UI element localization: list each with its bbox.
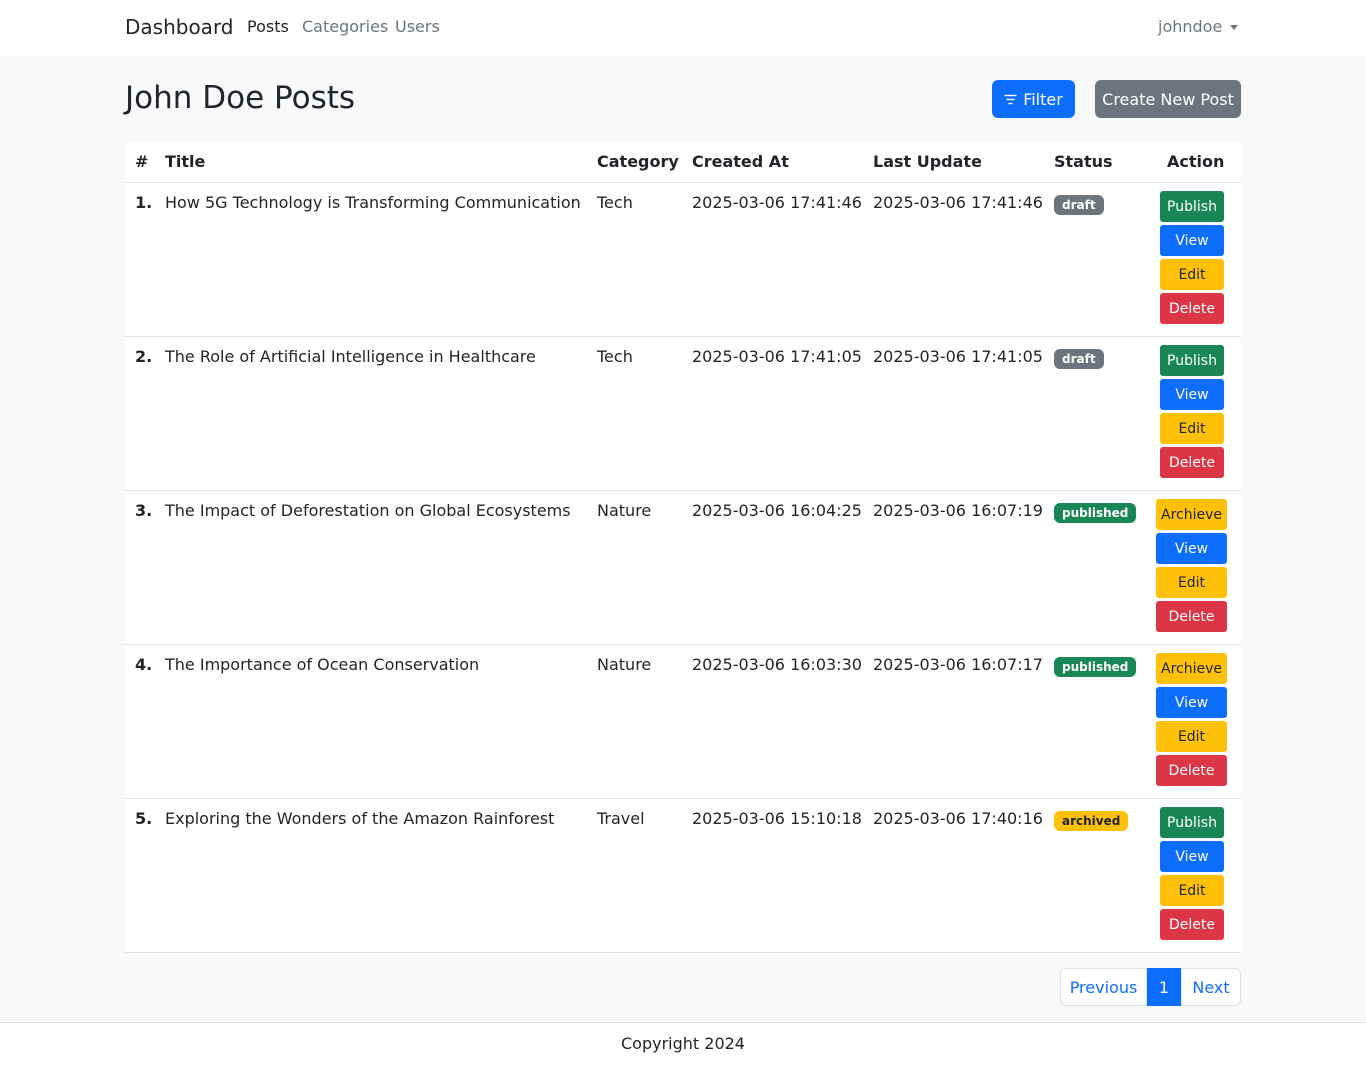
header-status: Status (1054, 152, 1113, 171)
header-last-update: Last Update (873, 152, 982, 171)
edit-button[interactable]: Edit (1160, 875, 1224, 906)
row-title: The Impact of Deforestation on Global Ec… (165, 501, 571, 520)
edit-button[interactable]: Edit (1156, 567, 1227, 598)
row-last-update: 2025-03-06 16:07:19 (873, 501, 1043, 520)
status-badge: published (1054, 503, 1137, 523)
row-category: Tech (597, 193, 633, 212)
filter-icon (1004, 94, 1017, 105)
header-title: Title (165, 152, 206, 171)
row-title: The Importance of Ocean Conservation (165, 655, 480, 674)
table-header: # Title Category Created At Last Update … (125, 142, 1241, 183)
row-category: Travel (597, 809, 645, 828)
row-category: Tech (597, 347, 633, 366)
page-title: John Doe Posts (125, 80, 356, 116)
row-category: Nature (597, 655, 652, 674)
row-created-at: 2025-03-06 15:10:18 (692, 809, 862, 828)
row-number: 5. (135, 809, 153, 828)
delete-button[interactable]: Delete (1160, 293, 1224, 324)
row-title: Exploring the Wonders of the Amazon Rain… (165, 809, 555, 828)
header-action: Action (1167, 152, 1225, 171)
edit-button[interactable]: Edit (1156, 721, 1227, 752)
edit-button[interactable]: Edit (1160, 413, 1224, 444)
delete-button[interactable]: Delete (1160, 909, 1224, 940)
caret-down-icon (1230, 25, 1239, 30)
page-footer: Copyright 2024 (0, 1022, 1366, 1072)
publish-button[interactable]: Publish (1160, 345, 1224, 376)
copyright-text: Copyright 2024 (621, 1034, 745, 1053)
row-last-update: 2025-03-06 16:07:17 (873, 655, 1043, 674)
header-created-at: Created At (692, 152, 789, 171)
pagination-previous[interactable]: Previous (1060, 968, 1147, 1006)
view-button[interactable]: View (1156, 533, 1227, 564)
header-number: # (135, 152, 149, 171)
view-button[interactable]: View (1160, 841, 1224, 872)
row-last-update: 2025-03-06 17:41:46 (873, 193, 1043, 212)
user-dropdown[interactable]: johndoe (1158, 17, 1239, 36)
edit-button[interactable]: Edit (1160, 259, 1224, 290)
row-number: 4. (135, 655, 153, 674)
view-button[interactable]: View (1160, 225, 1224, 256)
row-last-update: 2025-03-06 17:40:16 (873, 809, 1043, 828)
pagination: Previous 1 Next (1060, 968, 1241, 1006)
view-button[interactable]: View (1160, 379, 1224, 410)
view-button[interactable]: View (1156, 687, 1227, 718)
user-name: johndoe (1158, 17, 1223, 36)
filter-label: Filter (1023, 89, 1063, 109)
publish-button[interactable]: Publish (1160, 191, 1224, 222)
nav-posts[interactable]: Posts (247, 17, 289, 36)
row-title: The Role of Artificial Intelligence in H… (165, 347, 536, 366)
posts-table: # Title Category Created At Last Update … (125, 142, 1241, 953)
row-number: 2. (135, 347, 153, 366)
row-created-at: 2025-03-06 17:41:46 (692, 193, 862, 212)
brand-link[interactable]: Dashboard (125, 15, 234, 39)
status-badge: draft (1054, 349, 1104, 369)
publish-button[interactable]: Publish (1160, 807, 1224, 838)
nav-categories[interactable]: Categories (302, 17, 388, 36)
row-created-at: 2025-03-06 17:41:05 (692, 347, 862, 366)
row-number: 3. (135, 501, 153, 520)
row-created-at: 2025-03-06 16:03:30 (692, 655, 862, 674)
archive-button[interactable]: Archieve (1156, 499, 1227, 530)
status-badge: draft (1054, 195, 1104, 215)
table-row: 2. The Role of Artificial Intelligence i… (125, 337, 1241, 491)
create-new-post-button[interactable]: Create New Post (1095, 80, 1241, 118)
pagination-current-page[interactable]: 1 (1147, 968, 1181, 1006)
status-badge: published (1054, 657, 1137, 677)
top-navbar: Dashboard Posts Categories Users johndoe (0, 0, 1366, 56)
row-category: Nature (597, 501, 652, 520)
header-category: Category (597, 152, 679, 171)
row-created-at: 2025-03-06 16:04:25 (692, 501, 862, 520)
delete-button[interactable]: Delete (1156, 601, 1227, 632)
row-title: How 5G Technology is Transforming Commun… (165, 193, 581, 212)
table-row: 4. The Importance of Ocean Conservation … (125, 645, 1241, 799)
nav-users[interactable]: Users (395, 17, 440, 36)
status-badge: archived (1054, 811, 1129, 831)
table-row: 1. How 5G Technology is Transforming Com… (125, 183, 1241, 337)
archive-button[interactable]: Archieve (1156, 653, 1227, 684)
delete-button[interactable]: Delete (1156, 755, 1227, 786)
filter-button[interactable]: Filter (992, 80, 1075, 118)
delete-button[interactable]: Delete (1160, 447, 1224, 478)
table-row: 5. Exploring the Wonders of the Amazon R… (125, 799, 1241, 953)
row-number: 1. (135, 193, 153, 212)
table-row: 3. The Impact of Deforestation on Global… (125, 491, 1241, 645)
row-last-update: 2025-03-06 17:41:05 (873, 347, 1043, 366)
pagination-next[interactable]: Next (1181, 968, 1241, 1006)
